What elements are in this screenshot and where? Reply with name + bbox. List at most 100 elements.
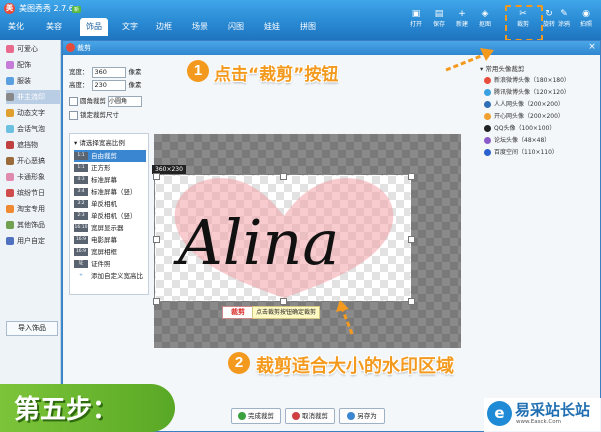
tab-text[interactable]: 文字 [116, 18, 144, 36]
crop-handle[interactable] [280, 173, 287, 180]
cutout-label: 抠图 [478, 21, 491, 28]
sidebar-item[interactable]: 服装 [6, 74, 60, 88]
sidebar-item[interactable]: 会话气泡 [6, 122, 60, 136]
ratio-item[interactable]: 16:9 电影屏幕 [74, 234, 146, 246]
height-row: 高度： 230 像素 [69, 79, 142, 91]
ratio-item[interactable]: 1:1 正方形 [74, 162, 146, 174]
close-icon[interactable]: × [586, 42, 598, 53]
folder-icon: ▣ [411, 9, 421, 19]
ratio-item[interactable]: 3:4 标准屏幕（竖） [74, 186, 146, 198]
sidebar-item[interactable]: 卡通形象 [6, 170, 60, 184]
tab-frame[interactable]: 边框 [150, 18, 178, 36]
preset-item[interactable]: 新浪微博头像（180×180） [484, 75, 570, 86]
crop-handle[interactable] [153, 298, 160, 305]
finish-crop-button[interactable]: 完成裁剪 [231, 408, 281, 424]
new-button[interactable]: + 新建 [451, 9, 473, 28]
app-logo-icon: 美 [4, 3, 15, 14]
ratio-item[interactable]: 16:10 宽屏显示器 [74, 222, 146, 234]
crop-handle[interactable] [408, 236, 415, 243]
preset-item[interactable]: 腾讯微博头像（120×120） [484, 87, 570, 98]
preset-item[interactable]: 百度空间（110×110） [484, 147, 558, 158]
height-input[interactable]: 230 [91, 79, 126, 91]
crop-handle[interactable] [408, 298, 415, 305]
width-unit: 像素 [128, 68, 142, 76]
lock-checkbox[interactable] [69, 110, 78, 120]
crop-handle[interactable] [280, 298, 287, 305]
open-button[interactable]: ▣ 打开 [405, 9, 427, 28]
sidebar-item[interactable]: 动态文字 [6, 106, 60, 120]
watermark-image: Alina [173, 178, 394, 298]
rounded-label: 圆角裁剪 [80, 97, 106, 105]
width-input[interactable]: 360 [91, 66, 126, 78]
new-label: 新建 [455, 21, 468, 28]
ratio-item[interactable]: 证证件照 [74, 258, 146, 270]
preset-item[interactable]: 论坛头像（48×48） [484, 135, 550, 146]
ratio-list: ▾ 请选择宽高比例 1:1 自由裁剪 1:1 正方形 4:3 标准屏幕 3:4 标准屏幕… [69, 133, 149, 295]
sidebar-item[interactable]: 其他饰品 [6, 218, 60, 232]
sidebar-item[interactable]: 淘宝专用 [6, 202, 60, 216]
tab-scene[interactable]: 场景 [186, 18, 214, 36]
crop-selection[interactable]: Alina [155, 175, 411, 301]
dialog-title: 裁剪 [77, 44, 91, 52]
ratio-item[interactable]: 16:9 宽屏相框 [74, 246, 146, 258]
ratio-item-free[interactable]: 1:1 自由裁剪 [74, 150, 146, 162]
cutout-icon: ◈ [481, 9, 489, 19]
cutout-button[interactable]: ◈ 抠图 [474, 9, 496, 28]
tab-doll[interactable]: 娃娃 [258, 18, 286, 36]
step-label: 第五步： [14, 395, 119, 425]
tencent-weibo-icon [484, 89, 491, 96]
tab-beauty[interactable]: 美容 [40, 18, 68, 36]
rounded-row: 圆角裁剪 小圆角 [69, 95, 142, 107]
dialog-title-bar [63, 41, 600, 55]
ratio-item[interactable]: 3:2 单反相机 [74, 198, 146, 210]
shoot-button[interactable]: ◉ 拍照 [575, 9, 597, 28]
save-as-button[interactable]: 另存为 [339, 408, 385, 424]
rounded-checkbox[interactable] [69, 96, 78, 106]
preset-item[interactable]: 开心网头像（200×200） [484, 111, 564, 122]
speech-bubble-icon [6, 125, 14, 133]
crop-tooltip: 点击裁剪按钮确定裁剪 [252, 306, 321, 319]
crop-handle[interactable] [153, 236, 160, 243]
other-icon [6, 221, 14, 229]
preset-item[interactable]: QQ头像（100×100） [484, 123, 555, 134]
step2-number: 2 [228, 352, 250, 374]
site-logo-icon: e [487, 401, 512, 426]
tab-flash[interactable]: 闪图 [222, 18, 250, 36]
tab-collage[interactable]: 拼图 [294, 18, 322, 36]
ratio-item[interactable]: 2:3 单反相机（竖） [74, 210, 146, 222]
step1-number: 1 [187, 60, 209, 82]
sidebar-item[interactable]: 用户自定 [6, 234, 60, 248]
user-icon [6, 237, 14, 245]
doodle-button[interactable]: ✎ 涂鸦 [553, 9, 575, 28]
qq-icon [484, 125, 491, 132]
sidebar-item[interactable]: 缤纷节日 [6, 186, 60, 200]
sidebar-item[interactable]: 开心恶搞 [6, 154, 60, 168]
corner-size-select[interactable]: 小圆角 [108, 95, 142, 107]
crop-handle[interactable] [408, 173, 415, 180]
prank-icon [6, 157, 14, 165]
forum-icon [484, 137, 491, 144]
brush-icon: ✎ [560, 9, 568, 19]
tab-accessories[interactable]: 饰品 [80, 18, 108, 36]
sidebar-item[interactable]: 遮挡物 [6, 138, 60, 152]
ratio-item[interactable]: 4:3 标准屏幕 [74, 174, 146, 186]
apply-crop-button[interactable]: 裁剪 [222, 306, 254, 319]
add-custom-ratio[interactable]: + 添加自定义宽高比 [74, 270, 146, 282]
lock-label: 锁定裁剪尺寸 [80, 111, 119, 119]
doodle-label: 涂鸦 [557, 21, 570, 28]
sidebar-item[interactable]: 配饰 [6, 58, 60, 72]
tab-beautify[interactable]: 美化 [2, 18, 30, 36]
app-name: 美图秀秀 2.7.6 [19, 4, 74, 13]
import-accessory-button[interactable]: 导入饰品 [6, 321, 58, 336]
crop-handle[interactable] [153, 173, 160, 180]
save-button[interactable]: ▤ 保存 [428, 9, 450, 28]
camera-icon: ◉ [582, 9, 590, 19]
cancel-crop-button[interactable]: 取消裁剪 [285, 408, 335, 424]
sidebar-item-active[interactable]: 非主流印 [6, 90, 60, 104]
animated-text-icon [6, 109, 14, 117]
renren-icon [484, 101, 491, 108]
cancel-icon [292, 412, 300, 420]
preset-item[interactable]: 人人网头像（200×200） [484, 99, 564, 110]
sidebar-item[interactable]: 可爱心 [6, 42, 60, 56]
festival-icon [6, 189, 14, 197]
